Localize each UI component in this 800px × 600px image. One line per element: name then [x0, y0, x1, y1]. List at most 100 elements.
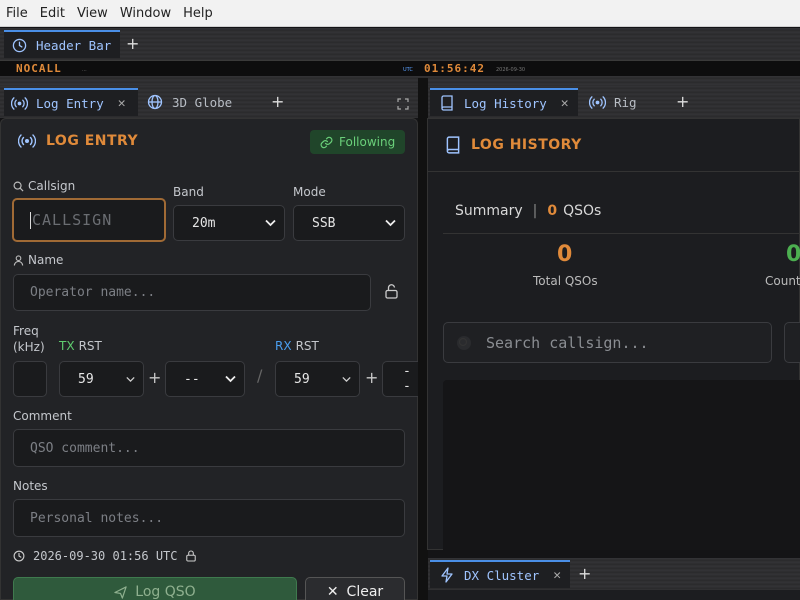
menu-window[interactable]: Window	[114, 0, 177, 27]
text-caret	[30, 211, 31, 229]
add-tab-button[interactable]: +	[578, 564, 591, 583]
maximize-icon[interactable]	[397, 95, 409, 110]
callsign-input[interactable]: CALLSIGN	[12, 198, 166, 242]
log-entry-title: LOG ENTRY	[18, 133, 138, 149]
close-icon[interactable]: ✕	[118, 96, 126, 111]
clock-icon	[13, 550, 25, 562]
menu-edit[interactable]: Edit	[34, 0, 71, 27]
log-qso-button[interactable]: Log QSO	[13, 577, 297, 600]
name-label: Name	[13, 253, 63, 267]
label-text: Callsign	[28, 179, 76, 193]
add-tab-button[interactable]: +	[676, 92, 689, 111]
menu-bar: File Edit View Window Help	[0, 0, 800, 27]
date-subtext: 2026-09-30	[496, 67, 526, 73]
menu-view[interactable]: View	[71, 0, 114, 27]
tab-label: Log Entry	[36, 95, 104, 111]
comment-input[interactable]: QSO comment...	[13, 429, 405, 467]
placeholder-text: Operator name...	[30, 285, 156, 300]
close-icon[interactable]: ✕	[553, 568, 561, 583]
rx-text: RX	[275, 339, 292, 353]
summary-separator: |	[532, 203, 538, 219]
chevron-down-icon	[342, 372, 351, 387]
mode-select[interactable]: SSB	[293, 205, 405, 241]
tab-label: Log History	[464, 95, 547, 111]
placeholder-text: QSO comment...	[30, 440, 140, 456]
unlock-icon[interactable]	[385, 284, 398, 303]
tx-rst-label: TX RST	[59, 339, 102, 353]
freq-label: Freq (kHz)	[13, 323, 45, 355]
dx-cluster-panel	[428, 590, 800, 600]
tab-log-history[interactable]: Log History ✕	[430, 88, 578, 116]
menu-help[interactable]: Help	[177, 0, 219, 27]
summary-count: 0	[547, 203, 558, 219]
callsign-label: Callsign	[13, 179, 75, 193]
plus-operator: +	[365, 368, 379, 387]
title-text: LOG HISTORY	[471, 137, 582, 153]
tab-header-bar[interactable]: Header Bar	[4, 30, 120, 58]
tab-label: DX Cluster	[464, 567, 540, 583]
qso-list	[443, 380, 800, 550]
rx-rst-label: RX RST	[275, 339, 319, 353]
header-bar-content: NOCALL ... UTC 01:56:42 2026-09-30	[0, 60, 800, 76]
book-icon	[445, 136, 461, 154]
label-unit: (kHz)	[13, 340, 45, 354]
filter-select[interactable]	[784, 322, 800, 363]
log-history-title: LOG HISTORY	[445, 136, 582, 154]
placeholder-text: CALLSIGN	[32, 211, 113, 229]
mode-label: Mode	[293, 185, 326, 199]
label-text: Name	[28, 253, 64, 267]
summary-row: Summary | 0 QSOs	[455, 203, 601, 219]
tab-label: Rig	[614, 94, 637, 110]
book-icon	[438, 94, 456, 112]
link-icon	[320, 136, 333, 149]
tab-log-entry[interactable]: Log Entry ✕	[4, 88, 138, 116]
tab-rig[interactable]: Rig	[588, 88, 658, 116]
band-label: Band	[173, 185, 204, 199]
send-icon	[114, 585, 127, 599]
search-icon	[13, 181, 24, 192]
radio-icon	[10, 94, 28, 112]
add-tab-button[interactable]: +	[271, 92, 284, 111]
select-value: 20m	[192, 215, 216, 231]
add-tab-button[interactable]: +	[126, 34, 139, 53]
tab-dx-cluster[interactable]: DX Cluster ✕	[430, 560, 570, 588]
chevron-down-icon	[265, 216, 276, 231]
total-qsos-value: 0	[557, 242, 573, 267]
comment-label: Comment	[13, 409, 72, 423]
placeholder-text: Search callsign...	[486, 333, 649, 352]
clear-button[interactable]: ✕ Clear	[305, 577, 405, 600]
tx-text: TX	[59, 339, 75, 353]
summary-unit: QSOs	[563, 203, 602, 219]
dx-cluster-tabstrip: DX Cluster ✕ +	[428, 558, 800, 590]
tab-3d-globe[interactable]: 3D Globe	[146, 88, 266, 116]
freq-input[interactable]	[13, 361, 47, 397]
name-input[interactable]: Operator name...	[13, 274, 371, 311]
timestamp-text: 2026-09-30 01:56 UTC	[33, 549, 178, 563]
select-value: 59	[78, 371, 94, 387]
rx-rst-select[interactable]: 59	[275, 361, 360, 397]
tx-rst-select[interactable]: 59	[59, 361, 144, 397]
tx-extra-select[interactable]: --	[165, 361, 245, 397]
label-text: Notes	[13, 479, 48, 493]
right-pane-tabstrip: Log History ✕ Rig +	[428, 86, 800, 118]
slash-separator: /	[257, 366, 263, 385]
plus-operator: +	[148, 368, 162, 387]
following-toggle[interactable]: Following	[310, 130, 406, 154]
select-value: SSB	[312, 215, 336, 231]
lock-icon[interactable]	[185, 550, 196, 562]
notes-input[interactable]: Personal notes...	[13, 499, 405, 537]
menu-file[interactable]: File	[0, 0, 34, 27]
close-icon[interactable]: ✕	[561, 96, 569, 111]
chevron-down-icon	[385, 216, 396, 231]
utc-label: UTC	[403, 67, 413, 73]
clock-icon	[10, 36, 28, 54]
station-callsign: NOCALL	[16, 62, 62, 75]
button-label: Log QSO	[135, 584, 196, 600]
search-input[interactable]: Search callsign...	[443, 322, 772, 363]
chevron-down-icon	[126, 372, 135, 387]
callsign-subtext: ...	[82, 67, 87, 73]
chevron-down-icon	[225, 372, 236, 387]
following-label: Following	[339, 135, 396, 149]
band-select[interactable]: 20m	[173, 205, 285, 241]
rx-extra-select[interactable]: --	[382, 361, 418, 397]
